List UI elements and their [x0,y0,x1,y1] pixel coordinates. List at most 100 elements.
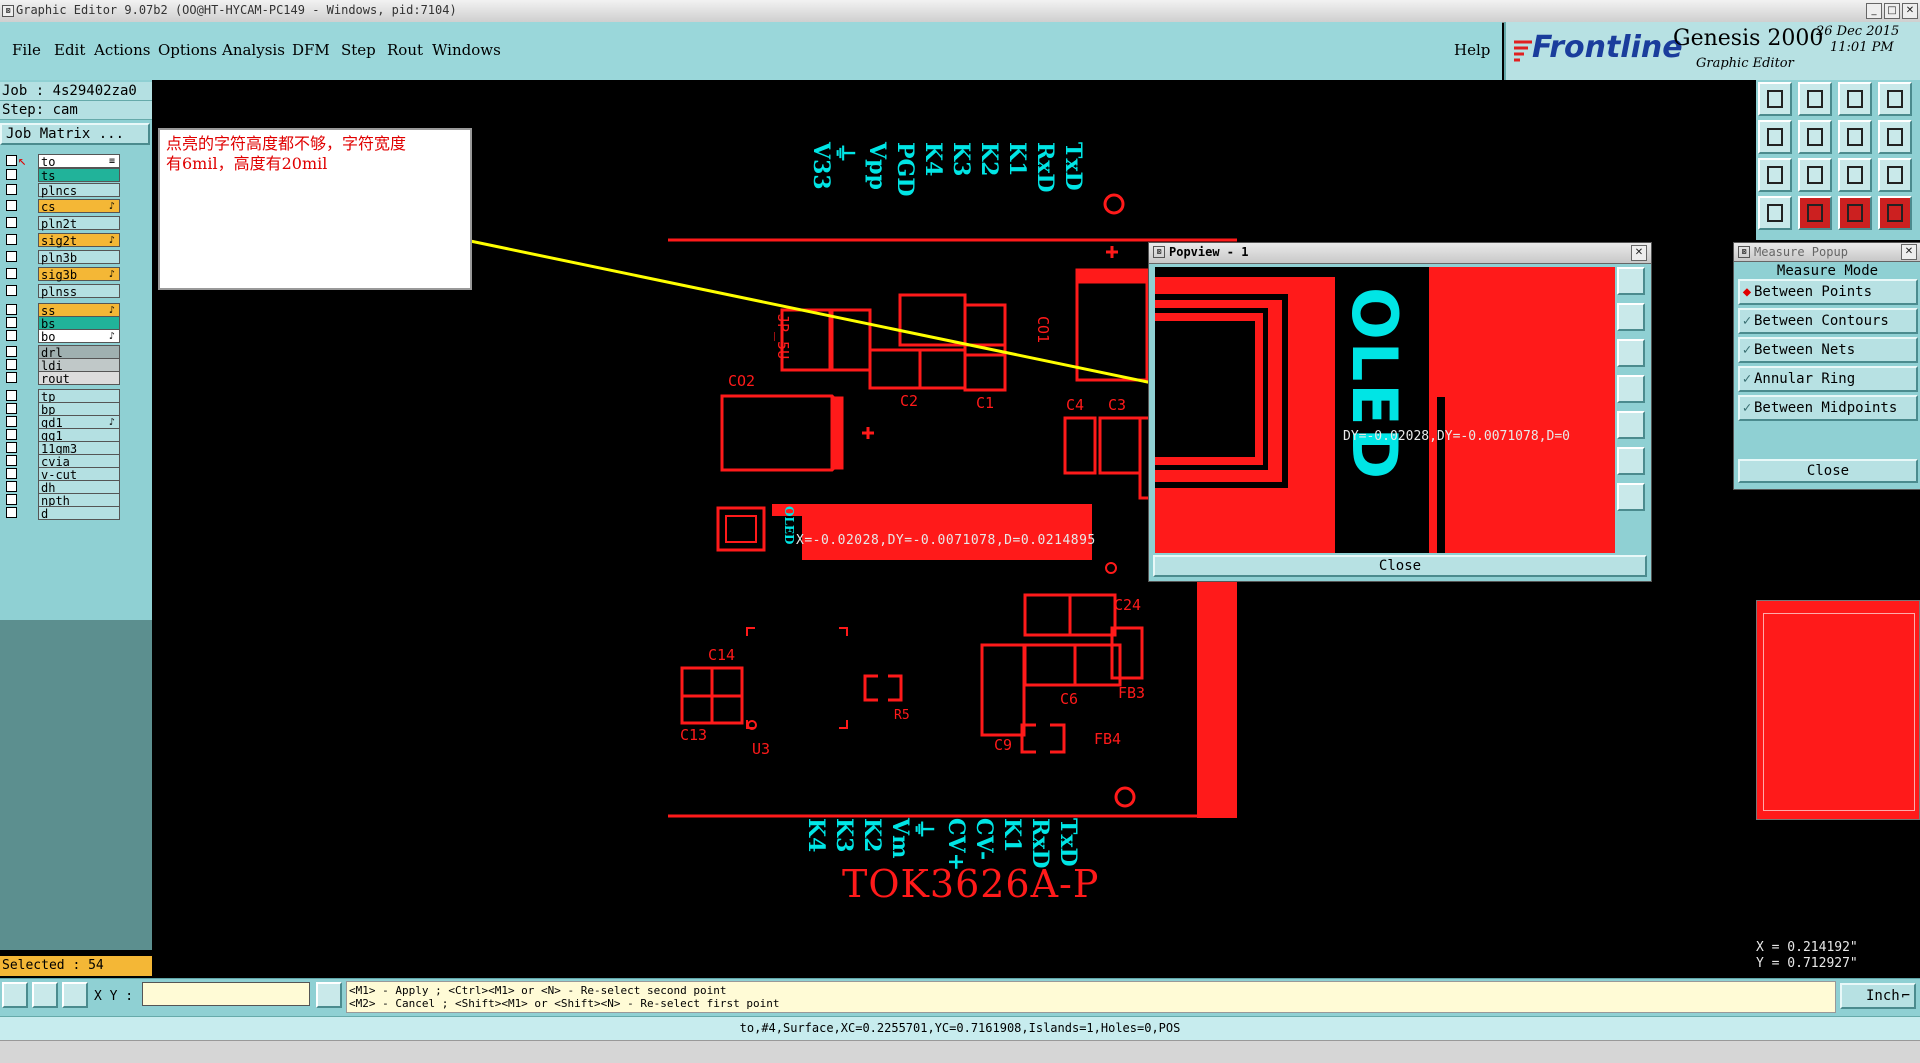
layer-row-drl[interactable]: drl [2,345,120,360]
flip-icon[interactable] [1838,196,1872,230]
layer-checkbox[interactable] [6,285,17,296]
xy-apply-icon[interactable] [316,982,342,1008]
menu-analysis[interactable]: Analysis [222,41,285,59]
swap-icon[interactable] [1838,120,1872,154]
layer-name[interactable]: bs [38,316,120,331]
grid-tool-icon[interactable] [62,982,88,1008]
measure-icon[interactable] [1798,196,1832,230]
layer-row-cs[interactable]: cs ♪ [2,199,120,214]
layer-checkbox[interactable] [6,169,17,180]
layer-name[interactable]: ss ♪ [38,303,120,318]
layer-row-dh[interactable]: dh [2,480,120,495]
measure-option-annular-ring[interactable]: ✓ Annular Ring [1738,366,1918,392]
layer-name[interactable]: gg1 [38,428,120,443]
layer-row-to[interactable]: to ≡ ↖ [2,153,120,169]
layer-name[interactable]: dh [38,480,120,495]
home-icon[interactable] [1838,82,1872,116]
layer-checkbox[interactable] [6,390,17,401]
overview-pane[interactable] [1756,600,1920,820]
popview-tool-icon-6[interactable] [1617,483,1645,511]
measure-option-between-points[interactable]: ◆ Between Points [1738,279,1918,305]
layer-name[interactable]: plncs [38,183,120,198]
layer-name[interactable]: v-cut [38,467,120,482]
layer-row-ss[interactable]: ss ♪ [2,303,120,318]
layer-name[interactable]: npth [38,493,120,508]
layer-row-11gm3[interactable]: 11gm3 [2,441,120,456]
layer-name[interactable]: ts [38,168,120,183]
measure-tool-icon[interactable] [32,982,58,1008]
units-dropdown[interactable]: Inch ⌐ [1840,983,1916,1009]
measure-option-between-nets[interactable]: ✓ Between Nets [1738,337,1918,363]
measure-menu-icon[interactable]: ⊠ [1738,246,1750,258]
popview-viewport[interactable]: OLED DY=-0.02028,DY=-0.0071078,D=0 [1155,267,1615,553]
layer-row-sig2t[interactable]: sig2t ♪ [2,233,120,248]
layer-name[interactable]: bp [38,402,120,417]
popview-tool-icon-3[interactable] [1617,375,1645,403]
layer-checkbox[interactable] [6,317,17,328]
layer-row-plncs[interactable]: plncs [2,183,120,198]
menu-edit[interactable]: Edit [54,41,85,59]
layer-checkbox[interactable] [6,416,17,427]
snap-icon[interactable] [1878,120,1912,154]
layer-row-d[interactable]: d [2,506,120,521]
layer-checkbox[interactable] [6,304,17,315]
menu-actions[interactable]: Actions [94,41,150,59]
xy-input[interactable] [142,982,310,1006]
popview-menu-icon[interactable]: ⊠ [1153,246,1165,258]
menu-help[interactable]: Help [1454,41,1490,59]
copy-left-icon[interactable] [1758,120,1792,154]
popview-tool-icon-4[interactable] [1617,411,1645,439]
layer-row-tp[interactable]: tp [2,389,120,404]
select-tool-icon[interactable] [2,982,28,1008]
save-icon[interactable] [1798,82,1832,116]
layer-name[interactable]: pln3b [38,250,120,265]
menu-rout[interactable]: Rout [387,41,423,59]
layer-checkbox[interactable] [6,429,17,440]
layer-row-pln2t[interactable]: pln2t [2,216,120,231]
layer-checkbox[interactable] [6,217,17,228]
mirror-icon[interactable] [1878,196,1912,230]
layer-checkbox[interactable] [6,346,17,357]
layer-checkbox[interactable] [6,455,17,466]
layer-row-v-cut[interactable]: v-cut [2,467,120,482]
layer-name[interactable]: pln2t [38,216,120,231]
layer-checkbox[interactable] [6,372,17,383]
layer-name[interactable]: d [38,506,120,521]
layer-row-bo[interactable]: bo ♪ [2,329,120,344]
measure-option-between-contours[interactable]: ✓ Between Contours [1738,308,1918,334]
menu-dfm[interactable]: DFM [292,41,330,59]
menu-step[interactable]: Step [341,41,376,59]
popview-tool-icon-1[interactable] [1617,303,1645,331]
layer-name[interactable]: 11gm3 [38,441,120,456]
popview-close-button[interactable]: Close [1153,555,1647,577]
layer-name[interactable]: sig3b ♪ [38,267,120,282]
layer-name[interactable]: rout [38,371,120,386]
job-matrix-button[interactable]: Job Matrix ... [0,123,150,145]
layer-checkbox[interactable] [6,155,17,166]
help-icon[interactable] [1878,158,1912,192]
layer-row-sig3b[interactable]: sig3b ♪ [2,267,120,282]
fit-icon[interactable] [1758,158,1792,192]
layer-name[interactable]: gd1 ♪ [38,415,120,430]
scale-1to2-icon[interactable] [1838,158,1872,192]
layer-name[interactable]: tp [38,389,120,404]
zoom-home-icon[interactable] [1878,82,1912,116]
center-icon[interactable] [1798,158,1832,192]
layer-name[interactable]: sig2t ♪ [38,233,120,248]
layer-row-bs[interactable]: bs [2,316,120,331]
layer-checkbox[interactable] [6,330,17,341]
layers-icon[interactable] [1758,196,1792,230]
layer-name[interactable]: to ≡ [38,154,120,169]
popview-tool-icon-0[interactable] [1617,267,1645,295]
layer-checkbox[interactable] [6,359,17,370]
menu-file[interactable]: File [12,41,41,59]
measure-option-between-midpoints[interactable]: ✓ Between Midpoints [1738,395,1918,421]
layer-checkbox[interactable] [6,200,17,211]
layer-row-rout[interactable]: rout [2,371,120,386]
layer-name[interactable]: bo ♪ [38,329,120,344]
layer-checkbox[interactable] [6,184,17,195]
layer-checkbox[interactable] [6,507,17,518]
layer-name[interactable]: cs ♪ [38,199,120,214]
minimize-button[interactable]: _ [1866,3,1882,19]
copy-right-icon[interactable] [1798,120,1832,154]
